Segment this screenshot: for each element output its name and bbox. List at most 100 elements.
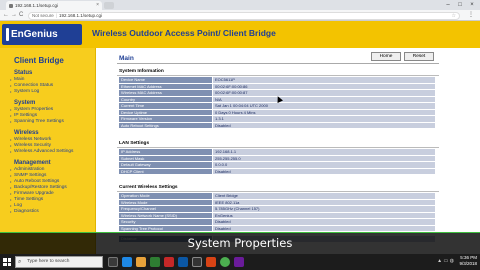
sidebar-item-diagnostics[interactable]: Diagnostics — [10, 209, 39, 214]
section-title-system-info: System Information — [119, 69, 164, 74]
sidebar-item-wireless-advanced[interactable]: Wireless Advanced Settings — [10, 149, 74, 154]
address-bar[interactable]: Not secure | 192.168.1.1/setup.cgi ☆ — [28, 11, 460, 20]
row-label: Security — [119, 219, 212, 225]
row-label: Country — [119, 96, 212, 102]
window-close-icon[interactable]: × — [466, 0, 478, 10]
window-controls: – □ × — [442, 0, 478, 10]
row-label: Firmware Version — [119, 116, 212, 122]
sidebar-item-time-settings[interactable]: Time Settings — [10, 197, 43, 202]
row-value: Client Bridge — [213, 193, 435, 199]
row-value: Disabled — [213, 219, 435, 225]
table-row: Operation Mode Client Bridge — [119, 193, 435, 199]
app-icon[interactable] — [164, 257, 174, 267]
row-label: Operation Mode — [119, 193, 212, 199]
task-view-icon[interactable] — [108, 257, 118, 267]
caption-text: System Properties — [187, 236, 293, 250]
tab-title: 192.168.1.1/setup.cgi — [15, 3, 59, 8]
home-button[interactable]: Home — [371, 52, 401, 61]
row-value: 192.168.1.1 — [213, 149, 435, 155]
sidebar-item-system-log[interactable]: System Log — [10, 89, 39, 94]
taskbar-clock[interactable]: 5:36 PM 9/3/2018 — [459, 255, 477, 269]
row-value: N/A — [213, 96, 435, 102]
row-value: 00:02:6F:00:00:87 — [213, 90, 435, 96]
sidebar-item-ip-settings[interactable]: IP Settings — [10, 113, 37, 118]
reload-icon[interactable]: C — [19, 10, 23, 21]
row-label: IP Address — [119, 149, 212, 155]
sidebar-item-connection-status[interactable]: Connection Status — [10, 83, 53, 88]
forward-icon[interactable]: → — [11, 10, 17, 21]
caption-rule — [0, 232, 480, 233]
url-separator: | — [55, 12, 57, 18]
sidebar-item-administration[interactable]: Administration — [10, 167, 44, 172]
sidebar-head-system: System — [14, 100, 36, 106]
sidebar-item-firmware-upgrade[interactable]: Firmware Upgrade — [10, 191, 54, 196]
terminal-icon[interactable] — [192, 257, 202, 267]
reset-button[interactable]: Reset — [404, 52, 434, 61]
row-value: 0 Days 0 Hours 4 Mins — [213, 109, 435, 115]
powerpoint-icon[interactable] — [206, 257, 216, 267]
row-value: 0.0.0.0 — [213, 162, 435, 168]
clock-date: 9/3/2018 — [459, 261, 477, 266]
row-label: Subnet Mask — [119, 155, 212, 161]
table-row: DHCP Client Disabled — [119, 168, 435, 174]
row-value: 1.3.1 — [213, 116, 435, 122]
maximize-icon[interactable]: □ — [454, 0, 466, 10]
sidebar-item-wireless-security[interactable]: Wireless Security — [10, 143, 51, 148]
url-text[interactable]: 192.168.1.1/setup.cgi — [59, 13, 102, 18]
taskbar: ⌕ Type here to search ▲ ▭ ◍ 5:36 PM 9/3/… — [0, 254, 480, 270]
word-icon[interactable] — [178, 257, 188, 267]
section-divider — [117, 75, 439, 76]
table-row: Subnet Mask 255.255.255.0 — [119, 155, 435, 161]
taskbar-search-input[interactable]: ⌕ Type here to search — [15, 256, 103, 268]
store-icon[interactable] — [150, 257, 160, 267]
sidebar-item-wireless-network[interactable]: Wireless Network — [10, 137, 51, 142]
app-icon[interactable] — [234, 257, 244, 267]
new-tab-button[interactable] — [104, 2, 114, 9]
sidebar-head-status: Status — [14, 70, 33, 76]
section-title-lan: LAN Settings — [119, 141, 150, 146]
bookmark-star-icon[interactable]: ☆ — [452, 13, 456, 19]
row-label: Ethernet MAC Address — [119, 83, 212, 89]
minimize-icon[interactable]: – — [442, 0, 454, 10]
sidebar-item-spanning-tree[interactable]: Spanning Tree Settings — [10, 119, 64, 124]
sidebar-item-log[interactable]: Log — [10, 203, 22, 208]
sidebar-item-backup-restore[interactable]: Backup/Restore Settings — [10, 185, 67, 190]
sidebar: Client Bridge Status Main Connection Sta… — [0, 48, 96, 260]
row-label: Wireless Network Name (SSID) — [119, 212, 212, 218]
row-value: Disabled — [213, 122, 435, 128]
browser-toolbar: ← → C Not secure | 192.168.1.1/setup.cgi ☆… — [0, 10, 480, 21]
sidebar-item-snmp[interactable]: SNMP Settings — [10, 173, 46, 178]
table-row: Wireless Mode IEEE 802.11a — [119, 199, 435, 205]
edge-icon[interactable] — [122, 257, 132, 267]
row-label: Wireless MAC Address — [119, 90, 212, 96]
row-value: 5.785GHz (Channel 157) — [213, 206, 435, 212]
table-row: IP Address 192.168.1.1 — [119, 149, 435, 155]
system-tray-icons[interactable]: ▲ ▭ ◍ — [437, 258, 454, 264]
table-row: Auto Reboot Settings Disabled — [119, 122, 435, 128]
chrome-icon[interactable] — [220, 257, 230, 267]
row-value: 00:02:6F:00:00:86 — [213, 83, 435, 89]
favicon-icon — [9, 3, 13, 8]
windows-start-icon[interactable] — [3, 258, 11, 266]
sidebar-head-wireless: Wireless — [14, 130, 39, 136]
row-value: Sat Jan 1 00:04:04 UTC 2000 — [213, 103, 435, 109]
engenius-logo: EnGenius — [2, 24, 82, 45]
search-placeholder: Type here to search — [27, 259, 70, 264]
row-label: Spanning Tree Protocol — [119, 225, 212, 231]
browser-tab-strip: 192.168.1.1/setup.cgi × – □ × — [0, 0, 480, 10]
logo-mark-icon — [6, 28, 9, 41]
section-divider — [117, 147, 439, 148]
sidebar-item-auto-reboot[interactable]: Auto Reboot Settings — [10, 179, 59, 184]
row-label: Device Uptime — [119, 109, 212, 115]
browser-menu-icon[interactable]: ⋮ — [468, 10, 474, 21]
security-status[interactable]: Not secure — [32, 13, 54, 18]
file-explorer-icon[interactable] — [136, 257, 146, 267]
table-row: Device Name EOC5611P — [119, 77, 435, 83]
back-icon[interactable]: ← — [3, 10, 9, 21]
tab-close-icon[interactable]: × — [96, 1, 99, 10]
sidebar-item-main[interactable]: Main — [10, 77, 25, 82]
table-row: Wireless Network Name (SSID) EnGenius — [119, 212, 435, 218]
sidebar-head-management: Management — [14, 160, 51, 166]
browser-tab[interactable]: 192.168.1.1/setup.cgi × — [6, 1, 102, 10]
sidebar-item-system-properties[interactable]: System Properties — [10, 107, 53, 112]
